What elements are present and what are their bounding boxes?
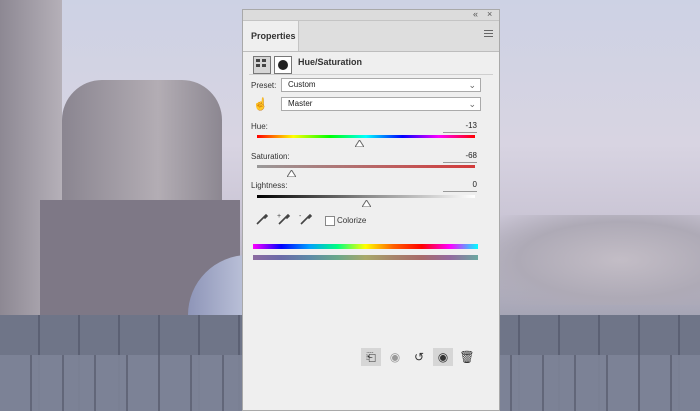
preset-value: Custom [288,80,316,89]
panel-footer: ⎗ ◉ ↺ ◉ 🗑 [243,346,499,368]
channel-value: Master [288,99,313,108]
reset-icon[interactable]: ↺ [409,348,429,366]
svg-text:+: + [277,213,281,220]
preset-select[interactable]: Custom ⌄ [281,78,481,92]
result-color-ramp [253,255,478,260]
eyedropper-subtract-icon[interactable]: - [299,212,313,229]
visibility-icon[interactable]: ◉ [433,348,453,366]
collapse-icon[interactable]: « [473,9,478,19]
lightness-slider-track[interactable] [257,195,475,198]
channel-select[interactable]: Master ⌄ [281,97,481,111]
properties-panel: « × Properties Hue/Saturation Preset: Cu… [242,9,500,411]
divider [249,74,493,75]
lightness-slider-handle[interactable] [361,200,371,207]
eyedropper-add-icon[interactable]: + [277,212,291,229]
hue-value-field[interactable]: -13 [443,121,477,133]
colorize-checkbox[interactable] [325,216,335,226]
eyedropper-icon[interactable] [255,212,269,229]
lightness-label: Lightness: [251,181,288,190]
adjustment-title: Hue/Saturation [298,57,363,67]
background-cloud [500,215,700,305]
close-icon[interactable]: × [487,9,492,19]
delete-icon[interactable]: 🗑 [457,348,477,366]
colorize-label: Colorize [337,216,367,225]
panel-title-bar[interactable]: « × [243,9,499,21]
chevron-down-icon: ⌄ [468,99,476,109]
clip-to-layer-icon[interactable]: ⎗ [361,348,381,366]
adjustment-layer-icon[interactable] [253,56,271,74]
saturation-value-field[interactable]: -68 [443,151,477,163]
hue-label: Hue: [251,122,268,131]
preset-label: Preset: [251,81,277,90]
adjustment-header: Hue/Saturation [243,51,499,81]
targeted-adjustment-icon[interactable]: ☝ [253,96,269,112]
mask-icon[interactable] [274,56,292,74]
tab-properties[interactable]: Properties [243,21,299,51]
chevron-down-icon: ⌄ [468,80,476,90]
panel-menu-icon[interactable] [484,30,493,39]
tab-bar: Properties [243,21,499,52]
source-color-ramp [253,244,478,249]
hue-slider-handle[interactable] [354,140,364,147]
lightness-value-field[interactable]: 0 [443,180,477,192]
hue-slider-track[interactable] [257,135,475,138]
saturation-label: Saturation: [251,152,290,161]
view-previous-state-icon[interactable]: ◉ [385,348,405,366]
svg-text:-: - [299,213,302,220]
saturation-slider-track[interactable] [257,165,475,168]
saturation-slider-handle[interactable] [287,170,297,177]
